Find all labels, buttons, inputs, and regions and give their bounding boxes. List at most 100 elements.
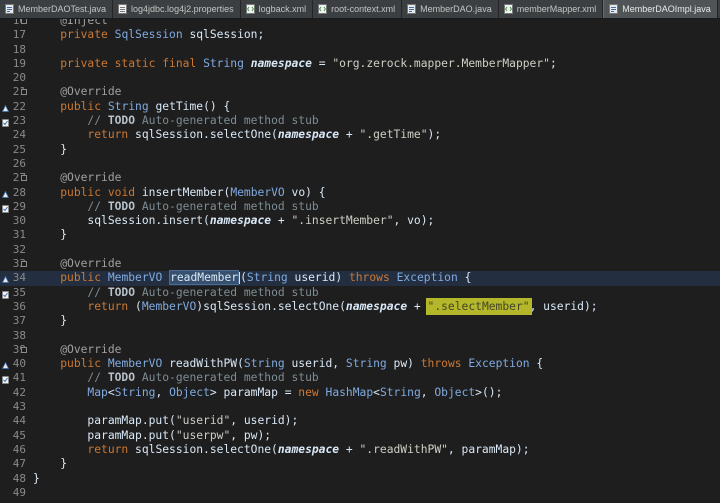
editor-tab-label: memberMapper.xml xyxy=(516,4,597,14)
line-number-gutter: 25 xyxy=(0,143,28,157)
code-line[interactable]: 47 } xyxy=(0,457,720,471)
code-text: sqlSession.insert(namespace + ".insertMe… xyxy=(28,214,434,228)
code-line[interactable]: 36 return (MemberVO)sqlSession.selectOne… xyxy=(0,299,720,314)
code-line[interactable]: 38 xyxy=(0,329,720,343)
override-marker-icon[interactable] xyxy=(1,189,10,198)
code-token: paramMap.put( xyxy=(87,428,176,442)
code-text: private static final String namespace = … xyxy=(28,57,557,71)
editor-tab[interactable]: logback.xml xyxy=(241,0,314,18)
code-token: String xyxy=(114,385,156,399)
task-marker-icon[interactable] xyxy=(2,374,9,385)
code-line[interactable]: 22 public String getTime() { xyxy=(0,100,720,114)
line-number-gutter: 30 xyxy=(0,214,28,228)
code-line[interactable]: 43 xyxy=(0,400,720,414)
code-line[interactable]: 24 return sqlSession.selectOne(namespace… xyxy=(0,128,720,142)
code-text: // TODO Auto-generated method stub xyxy=(28,114,318,128)
line-number-gutter: 21 xyxy=(0,85,28,99)
code-token: () { xyxy=(203,99,231,113)
code-token: paramMap.put( xyxy=(87,414,176,428)
code-token: String xyxy=(246,271,288,285)
task-marker-icon[interactable] xyxy=(2,203,9,213)
code-line[interactable]: 25 } xyxy=(0,143,720,157)
editor-tab[interactable]: log4jdbc.log4j2.properties xyxy=(113,0,241,18)
code-line[interactable]: 42 Map<String, Object> paramMap = new Ha… xyxy=(0,386,720,400)
code-line[interactable]: 29 // TODO Auto-generated method stub xyxy=(0,200,720,214)
fold-toggle-icon[interactable] xyxy=(21,89,27,96)
code-text: public MemberVO readMember (String userid… xyxy=(28,270,471,286)
line-number: 47 xyxy=(12,457,26,471)
code-line[interactable]: 48} xyxy=(0,472,720,486)
code-token: userid) xyxy=(287,271,349,285)
code-token: ".readWithPW" xyxy=(359,442,448,456)
override-marker-icon[interactable] xyxy=(1,274,10,284)
override-marker-icon[interactable] xyxy=(1,103,10,112)
code-token: sqlSession.insert( xyxy=(87,214,210,228)
fold-toggle-icon[interactable] xyxy=(21,19,27,24)
code-token: public xyxy=(60,357,102,371)
code-line[interactable]: 17 private SqlSession sqlSession; xyxy=(0,28,720,42)
code-token: readMember xyxy=(169,270,240,286)
code-line[interactable]: 26 xyxy=(0,157,720,171)
code-line[interactable]: 19 private static final String namespace… xyxy=(0,57,720,71)
code-line[interactable]: 20 xyxy=(0,71,720,85)
editor-tab[interactable]: MemberDAO.java xyxy=(402,0,499,18)
code-line[interactable]: 18 xyxy=(0,43,720,57)
code-token: Exception xyxy=(396,271,458,285)
task-marker-icon[interactable] xyxy=(2,289,9,299)
code-line[interactable]: 33 @Override xyxy=(0,257,720,271)
line-number-gutter: 18 xyxy=(0,43,28,57)
code-line[interactable]: 23 // TODO Auto-generated method stub xyxy=(0,114,720,128)
code-text: return sqlSession.selectOne(namespace + … xyxy=(28,442,529,457)
fold-toggle-icon[interactable] xyxy=(21,175,27,182)
line-number: 43 xyxy=(12,400,26,414)
override-marker-icon[interactable] xyxy=(1,360,10,370)
code-token: Object xyxy=(434,385,476,399)
code-token: Auto-generated method stub xyxy=(135,285,319,299)
code-line[interactable]: 49 xyxy=(0,486,720,500)
fold-toggle-icon[interactable] xyxy=(21,261,27,268)
editor-tab[interactable]: memberMapper.xml xyxy=(499,0,604,18)
code-token: TODO xyxy=(107,199,136,213)
code-editor[interactable]: 16 @Inject 17 private SqlSession sqlSessi… xyxy=(0,19,720,503)
code-line[interactable]: 30 sqlSession.insert(namespace + ".inser… xyxy=(0,214,720,228)
code-line[interactable]: 40 public MemberVO readWithPW(String use… xyxy=(0,357,720,371)
code-line[interactable]: 44 paramMap.put("userid", userid); xyxy=(0,414,720,428)
code-token: @Override xyxy=(60,171,122,185)
code-line[interactable]: 41 // TODO Auto-generated method stub xyxy=(0,371,720,385)
code-token: } xyxy=(33,228,68,242)
code-line[interactable]: 39 @Override xyxy=(0,343,720,357)
code-line[interactable]: 31 } xyxy=(0,228,720,242)
code-line[interactable]: 45 paramMap.put("userpw", pw); xyxy=(0,429,720,443)
line-number: 37 xyxy=(12,314,26,328)
code-line[interactable]: 32 xyxy=(0,243,720,257)
code-text: // TODO Auto-generated method stub xyxy=(28,285,319,300)
code-line[interactable]: 35 // TODO Auto-generated method stub xyxy=(0,286,720,300)
code-token: )sqlSession.selectOne( xyxy=(196,299,346,313)
editor-tab[interactable]: MemberDAOImpl.java xyxy=(603,0,718,18)
code-line[interactable]: 37 } xyxy=(0,314,720,328)
code-line[interactable]: 28 public void insertMember(MemberVO vo)… xyxy=(0,186,720,200)
editor-tab[interactable]: root-context.xml xyxy=(313,0,403,18)
fold-toggle-icon[interactable] xyxy=(21,346,27,353)
code-line[interactable]: 34 public MemberVO readMember (String use… xyxy=(0,270,720,286)
code-token: // xyxy=(87,371,108,385)
code-line[interactable]: 21 @Override xyxy=(0,85,720,99)
code-line[interactable]: 16 @Inject xyxy=(0,19,720,28)
editor-tab[interactable]: MemberDAOTest.java xyxy=(0,0,114,18)
code-line[interactable]: 27 @Override xyxy=(0,171,720,185)
code-line[interactable]: 46 return sqlSession.selectOne(namespace… xyxy=(0,443,720,457)
code-text: } xyxy=(28,472,40,486)
task-marker-icon[interactable] xyxy=(2,117,9,127)
code-text: return (MemberVO)sqlSession.selectOne(na… xyxy=(28,299,598,314)
code-token: private static final xyxy=(60,56,197,70)
line-number-gutter: 46 xyxy=(0,443,28,457)
code-token: , xyxy=(155,385,170,399)
editor-tab-label: MemberDAOImpl.java xyxy=(622,4,711,14)
code-token: MemberVO xyxy=(107,357,163,371)
code-token: ( xyxy=(240,271,247,285)
